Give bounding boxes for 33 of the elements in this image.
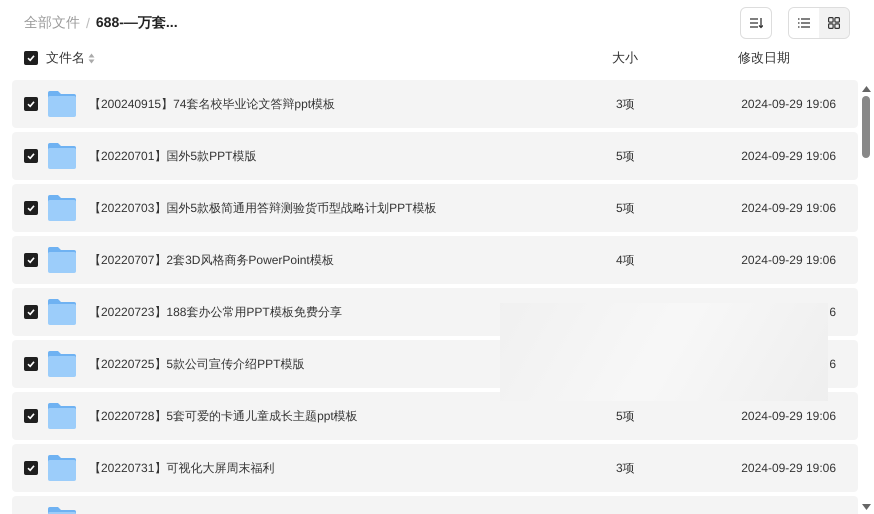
file-row[interactable]: 【20220728】5套可爱的卡通儿童成长主题ppt模板 5项 2024-09-29 19:06 <box>12 392 858 440</box>
modified-date: 2024-09-29 19:06 <box>741 149 836 163</box>
column-header[interactable]: 修改日期 <box>738 49 874 67</box>
modified-date: 2024-09-29 19:06 <box>741 201 836 215</box>
file-name: 【20220731】可视化大屏周末福利 <box>89 460 274 474</box>
file-row[interactable]: 【20220703】国外5款极简通用答辩测验货币型战略计划PPT模板 5项 2024-09-29 19:06 <box>12 184 858 232</box>
file-row[interactable]: 【200240915】74套名校毕业论文答辩ppt模板 3项 2024-09-29 19:06 <box>12 80 858 128</box>
modified-date: 2024-09-29 19:06 <box>741 409 836 423</box>
modified-date: 6 <box>829 357 836 371</box>
item-count: 5项 <box>616 148 635 162</box>
file-row[interactable]: 【20220707】2套3D风格商务PowerPoint模板 4项 2024-09-29 19:06 <box>12 236 858 284</box>
file-name: 【20220728】5套可爱的卡通儿童成长主题ppt模板 <box>89 408 358 422</box>
modified-date: 2024-09-29 19:06 <box>741 253 836 267</box>
modified-date: 2024-09-29 19:06 <box>741 461 836 475</box>
file-name: 【20220723】188套办公常用PPT模板免费分享 <box>89 304 342 318</box>
breadcrumb-item[interactable]: 688-—万套... <box>96 14 178 32</box>
item-count: 5项 <box>616 408 635 422</box>
file-name: 【20220703】国外5款极简通用答辩测验货币型战略计划PPT模板 <box>89 200 436 214</box>
modified-date: 6 <box>829 305 836 319</box>
file-row[interactable]: 【20220731】可视化大屏周末福利 3项 2024-09-29 19:06 <box>12 444 858 492</box>
item-count: 5项 <box>616 200 635 214</box>
file-name: 【20220701】国外5款PPT模版 <box>89 148 256 162</box>
file-name: 【200240915】74套名校毕业论文答辩ppt模板 <box>89 96 336 110</box>
file-row[interactable]: 【20220701】国外5款PPT模版 5项 2024-09-29 19:06 <box>12 132 858 180</box>
item-count: 3项 <box>616 460 635 474</box>
modified-date: 2024-09-29 19:06 <box>741 97 836 111</box>
file-name: 【20220725】5款公司宣传介绍PPT模版 <box>89 356 304 370</box>
column-header[interactable]: 大小 <box>608 49 738 67</box>
column-header[interactable]: 文件名 <box>46 49 85 67</box>
item-count: 3项 <box>616 96 635 110</box>
item-count: 4项 <box>616 252 635 266</box>
breadcrumb-separator: / <box>86 15 90 31</box>
file-name: 【20220707】2套3D风格商务PowerPoint模板 <box>89 252 334 266</box>
